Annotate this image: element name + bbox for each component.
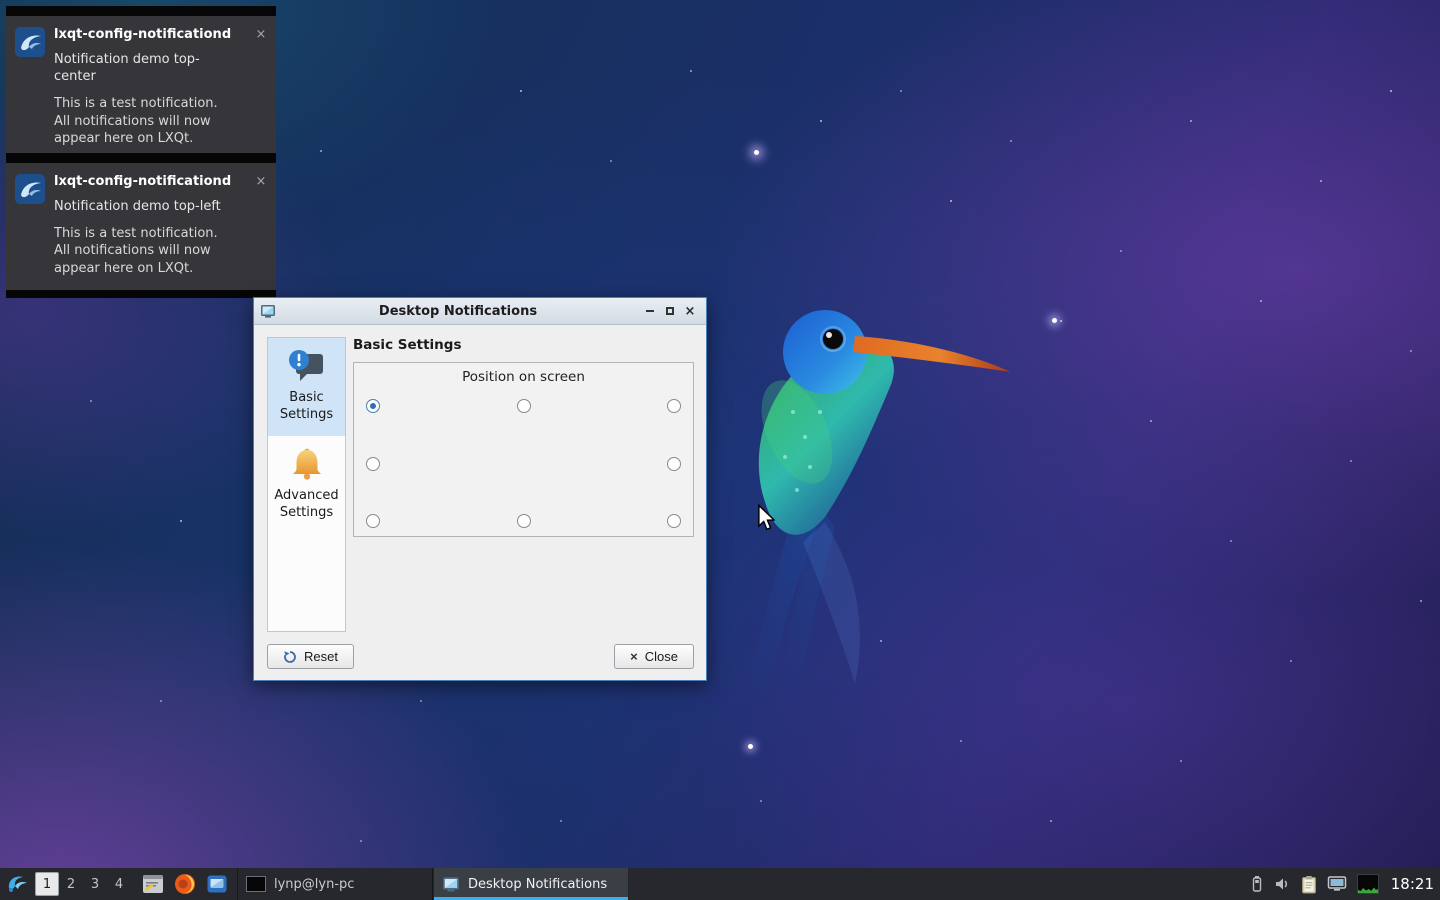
desktop: lxqt-config-notificationd Notification d… xyxy=(0,0,1440,900)
task-label: lynp@lyn-pc xyxy=(274,877,354,892)
close-button-label: Close xyxy=(645,649,678,664)
workspace-label: 2 xyxy=(67,877,75,892)
wallpaper-star-glow xyxy=(1052,318,1057,323)
notification-top-center: lxqt-config-notificationd Notification d… xyxy=(6,6,276,167)
sidebar-item-advanced-settings[interactable]: Advanced Settings xyxy=(268,436,345,534)
notification-close-icon[interactable]: × xyxy=(254,28,268,42)
workspace-label: 4 xyxy=(115,877,123,892)
window-icon xyxy=(442,875,460,893)
workspace-label: 3 xyxy=(91,877,99,892)
mouse-cursor xyxy=(757,504,775,531)
lxqt-app-icon xyxy=(14,26,46,58)
radio-position-top-right[interactable] xyxy=(667,399,681,413)
workspace-button-4[interactable]: 4 xyxy=(107,872,131,896)
settings-category-list: Basic Settings xyxy=(267,337,346,632)
radio-position-bottom-right[interactable] xyxy=(667,514,681,528)
terminal-thumbnail-icon xyxy=(246,876,266,892)
taskbar-task-terminal[interactable]: lynp@lyn-pc xyxy=(237,868,433,900)
position-radio-grid xyxy=(366,399,681,528)
workspace-label: 1 xyxy=(43,877,51,892)
radio-position-top-center[interactable] xyxy=(517,399,531,413)
taskbar-task-desktop-notifications[interactable]: Desktop Notifications xyxy=(433,868,629,900)
app-menu-button[interactable] xyxy=(4,870,32,898)
sidebar-item-basic-settings[interactable]: Basic Settings xyxy=(268,338,345,436)
position-on-screen-group: Position on screen xyxy=(353,362,694,537)
radio-position-middle-right[interactable] xyxy=(667,457,681,471)
workspace-button-2[interactable]: 2 xyxy=(59,872,83,896)
cpu-monitor[interactable] xyxy=(1357,874,1379,894)
task-label: Desktop Notifications xyxy=(468,877,607,892)
window-title: Desktop Notifications xyxy=(276,304,640,319)
wallpaper-star-glow xyxy=(748,744,753,749)
page-title: Basic Settings xyxy=(353,337,694,353)
reset-button-label: Reset xyxy=(304,649,338,664)
notification-top-left: lxqt-config-notificationd Notification d… xyxy=(6,153,276,298)
radio-position-middle-left[interactable] xyxy=(366,457,380,471)
notification-summary: Notification demo top-left xyxy=(54,198,236,215)
reset-icon xyxy=(283,650,297,664)
notification-bubble-icon xyxy=(287,348,327,384)
notification-body: This is a test notification. All notific… xyxy=(54,225,236,276)
notification-summary: Notification demo top-center xyxy=(54,51,236,85)
sidebar-item-label: Basic Settings xyxy=(270,390,343,424)
launcher-editor-icon[interactable] xyxy=(141,872,165,896)
sidebar-item-label: Advanced Settings xyxy=(270,488,343,522)
volume-icon[interactable] xyxy=(1273,875,1291,893)
workspace-button-1[interactable]: 1 xyxy=(35,872,59,896)
minimize-button[interactable] xyxy=(640,302,660,320)
notification-app-name: lxqt-config-notificationd xyxy=(54,26,236,43)
quick-launch xyxy=(141,872,229,896)
close-icon: × xyxy=(630,649,638,664)
taskbar: 1 2 3 4 xyxy=(0,868,1440,900)
reset-button[interactable]: Reset xyxy=(267,644,354,669)
radio-position-top-left[interactable] xyxy=(366,399,380,413)
group-title: Position on screen xyxy=(366,369,681,385)
restore-button[interactable] xyxy=(660,302,680,320)
bell-icon xyxy=(288,446,326,482)
window-body: Basic Settings xyxy=(254,325,706,681)
close-button[interactable]: × Close xyxy=(614,644,694,669)
close-icon: × xyxy=(685,305,696,318)
window-titlebar[interactable]: Desktop Notifications × xyxy=(254,298,706,325)
workspace-button-3[interactable]: 3 xyxy=(83,872,107,896)
lxqt-logo-icon xyxy=(6,872,30,896)
launcher-firefox-icon[interactable] xyxy=(173,872,197,896)
wallpaper-hummingbird xyxy=(705,292,1025,742)
clock[interactable]: 18:21 xyxy=(1391,875,1434,893)
radio-position-bottom-left[interactable] xyxy=(366,514,380,528)
radio-position-bottom-center[interactable] xyxy=(517,514,531,528)
clipboard-icon[interactable] xyxy=(1301,875,1317,894)
window-icon xyxy=(260,303,276,319)
launcher-filemanager-icon[interactable] xyxy=(205,872,229,896)
system-tray: 18:21 xyxy=(1251,874,1440,894)
notification-close-icon[interactable]: × xyxy=(254,175,268,189)
desktop-notifications-window: Desktop Notifications × Basic xyxy=(253,297,707,681)
notification-body: This is a test notification. All notific… xyxy=(54,95,236,146)
battery-icon[interactable] xyxy=(1251,875,1263,893)
wallpaper-stars xyxy=(0,0,2,2)
wallpaper-star-glow xyxy=(754,150,759,155)
display-icon[interactable] xyxy=(1327,875,1347,893)
notification-app-name: lxqt-config-notificationd xyxy=(54,173,236,190)
lxqt-app-icon xyxy=(14,173,46,205)
window-close-button[interactable]: × xyxy=(680,302,700,320)
